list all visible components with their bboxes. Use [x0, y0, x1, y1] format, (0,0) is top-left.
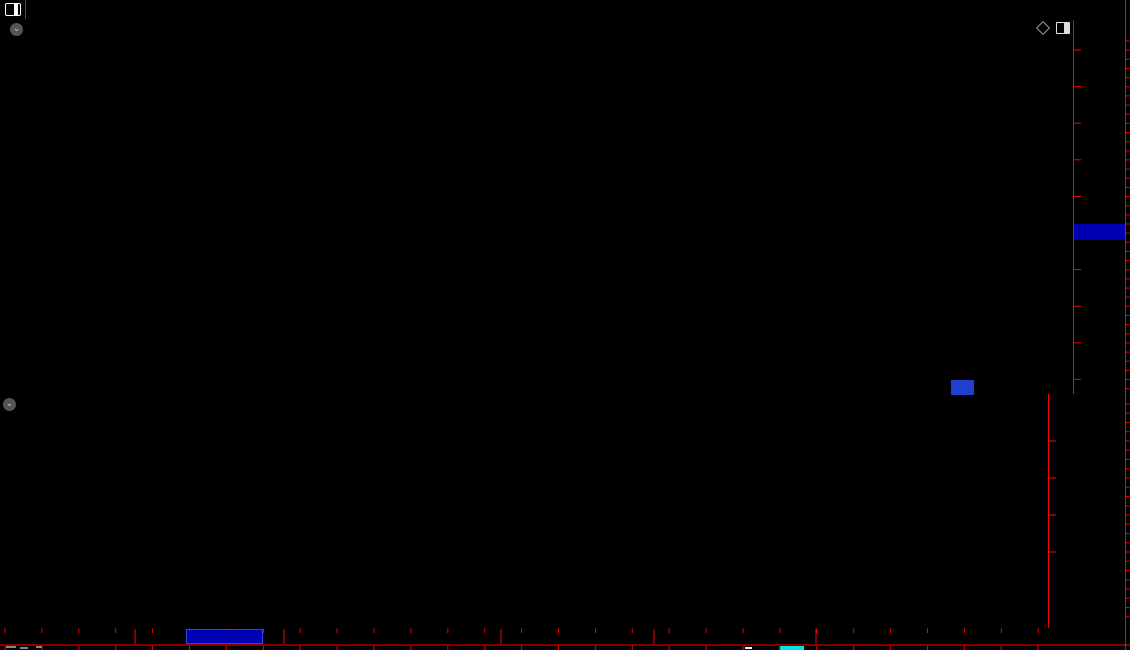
panel-layout-icon[interactable]: [1056, 22, 1070, 34]
clipped-pane-text-sliver: [36, 646, 42, 648]
window-split-icon[interactable]: [5, 3, 21, 16]
top-menu-bar: [0, 0, 1130, 19]
chevron-down-circle-icon[interactable]: ⌄: [10, 22, 23, 36]
selected-date-badge: [186, 629, 263, 644]
collapse-circle-icon[interactable]: ⌄: [3, 398, 16, 411]
chart-canvas[interactable]: [0, 0, 1130, 650]
title-bar: ⌄: [4, 21, 23, 37]
trading-app-window: { "window": {"width": 1130, "height": 65…: [0, 0, 1130, 650]
title-bar-icons: [1035, 20, 1070, 36]
clipped-pane-text-sliver: [6, 646, 16, 648]
clipped-pane-bar-sliver: [780, 646, 804, 650]
cai-news-badge[interactable]: [951, 380, 974, 395]
diamond-icon[interactable]: [1035, 20, 1051, 36]
tools-menu: [1125, 0, 1126, 19]
clipped-pane-text-sliver: [20, 647, 28, 649]
indicator-header: ⌄: [3, 397, 31, 412]
clipped-pane-bar-sliver: [745, 647, 752, 649]
current-price-badge: [1074, 224, 1125, 240]
